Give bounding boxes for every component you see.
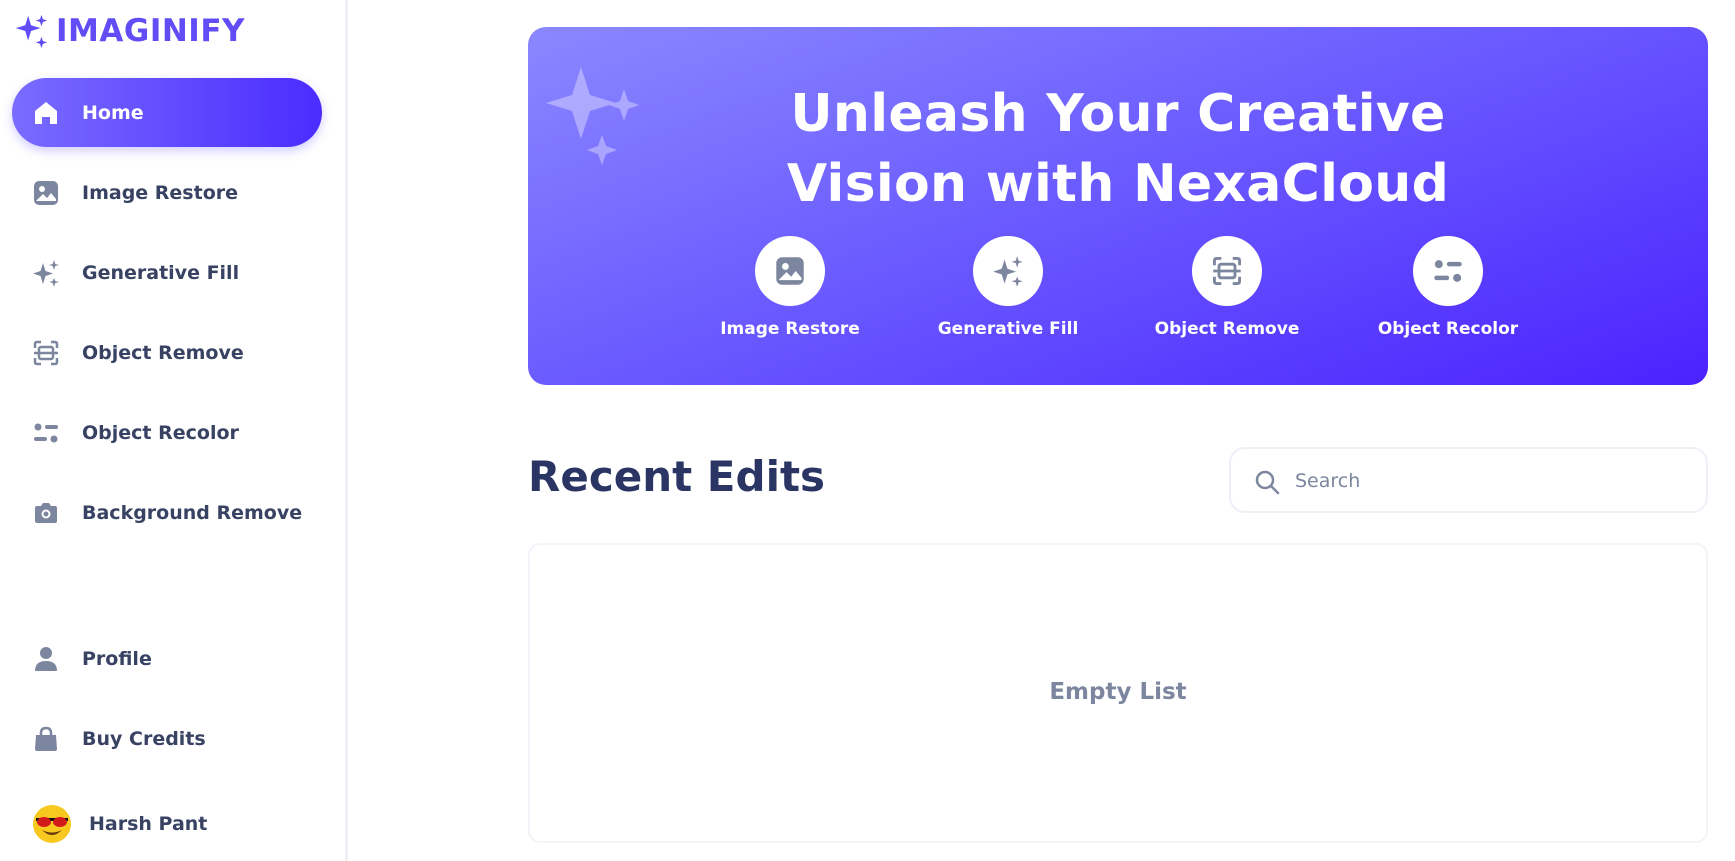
hero-title-line-2: Vision with NexaCloud [786,154,1450,214]
sidebar-item-label: Profile [82,647,152,670]
bag-icon [35,726,57,751]
feature-label: Generative Fill [937,319,1079,339]
sidebar-item-label: Image Restore [82,181,239,204]
filter-icon [1434,260,1462,282]
feature-label: Object Remove [1154,319,1300,339]
user-profile[interactable]: Harsh Pant [32,802,207,846]
sidebar-item-object-recolor[interactable]: Object Recolor [12,398,322,467]
sidebar-item-label: Object Remove [82,341,244,364]
feature-label: Image Restore [720,319,860,339]
hero-title-line-1: Unleash Your Creative [790,84,1446,144]
sidebar: IMAGINIFY Home Image Restore Generative … [0,0,348,861]
sparkles-icon [33,260,59,287]
empty-list-message: Empty List [1049,679,1187,705]
feature-image-restore[interactable]: Image Restore [705,236,875,339]
sidebar-item-home[interactable]: Home [12,78,322,147]
app-name: IMAGINIFY [56,13,245,49]
app-logo[interactable]: IMAGINIFY [12,12,245,50]
image-icon [776,257,804,285]
search-box[interactable] [1229,447,1708,513]
search-input[interactable] [1295,467,1685,495]
feature-circle [1192,236,1262,306]
feature-object-remove[interactable]: Object Remove [1142,236,1312,339]
recent-edits-list: Empty List [528,543,1708,843]
recent-edits-title: Recent Edits [528,452,826,501]
feature-circle [755,236,825,306]
scan-icon [1213,257,1241,285]
sidebar-item-buy-credits[interactable]: Buy Credits [12,704,322,773]
user-icon [35,647,57,671]
scan-icon [33,340,59,366]
home-icon [35,102,57,124]
search-icon [1255,470,1280,495]
image-icon [34,181,58,205]
sidebar-item-label: Buy Credits [82,727,206,750]
feature-circle [973,236,1043,306]
sidebar-item-label: Home [82,101,144,124]
sidebar-item-background-remove[interactable]: Background Remove [12,478,322,547]
feature-circle [1413,236,1483,306]
sidebar-item-generative-fill[interactable]: Generative Fill [12,238,322,307]
filter-icon [34,423,58,443]
user-name: Harsh Pant [89,813,208,835]
sidebar-item-label: Background Remove [82,501,303,524]
feature-object-recolor[interactable]: Object Recolor [1363,236,1533,339]
hero-banner: Unleash Your Creative Vision with NexaCl… [528,27,1708,385]
feature-label: Object Recolor [1377,319,1519,339]
sidebar-item-label: Generative Fill [82,261,240,284]
avatar [33,805,71,843]
camera-icon [35,503,57,523]
sidebar-item-image-restore[interactable]: Image Restore [12,158,322,227]
feature-generative-fill[interactable]: Generative Fill [923,236,1093,339]
sparkles-logo-icon [15,14,48,49]
sparkles-icon [993,256,1023,287]
sidebar-item-label: Object Recolor [82,421,239,444]
sidebar-item-profile[interactable]: Profile [12,624,322,693]
sidebar-item-object-remove[interactable]: Object Remove [12,318,322,387]
hero-title: Unleash Your Creative Vision with NexaCl… [528,79,1708,219]
